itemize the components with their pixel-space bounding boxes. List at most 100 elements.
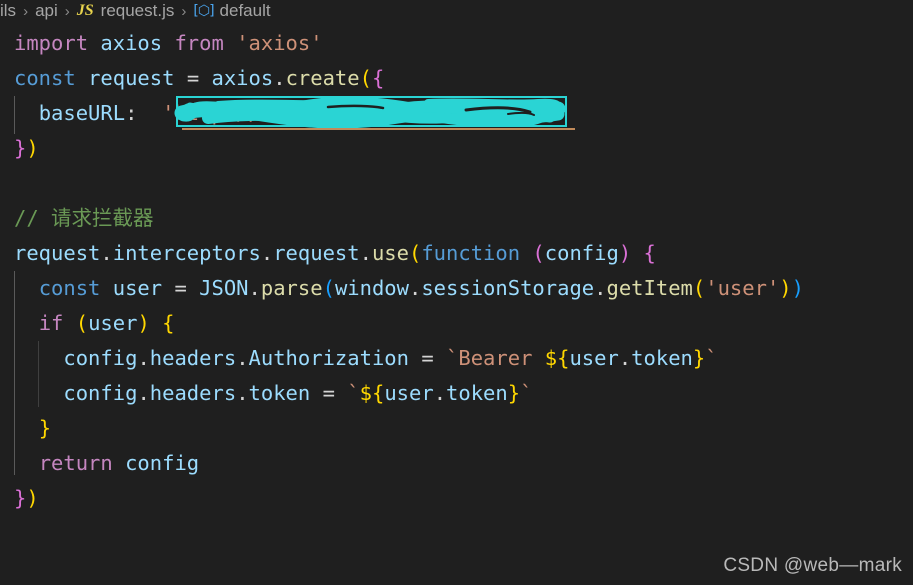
code-token: ( [75, 311, 89, 335]
code-token: request [14, 241, 101, 265]
code-token: . [137, 381, 150, 405]
code-line[interactable]: }) [0, 481, 913, 516]
code-token: user [569, 346, 619, 370]
code-token: . [594, 276, 607, 300]
code-token: ( [408, 241, 422, 265]
code-token: { [643, 241, 656, 265]
code-token: config [63, 346, 138, 370]
code-token: window [334, 276, 409, 300]
code-line[interactable]: config.headers.token = `${user.token}` [0, 376, 913, 411]
code-token: interceptors [112, 241, 261, 265]
code-token: ) [137, 311, 150, 335]
indent-guide [14, 271, 15, 475]
indent-guide-nested [38, 341, 39, 407]
code-token: function [421, 241, 521, 265]
code-token: from [174, 31, 224, 55]
code-line[interactable]: // 请求拦截器 [0, 201, 913, 236]
code-token: // [14, 206, 52, 230]
code-token: request [273, 241, 360, 265]
redacted-url-overlay [174, 96, 575, 130]
code-token: user [112, 276, 163, 300]
squiggly-underline [182, 128, 575, 130]
code-token: sessionStorage [421, 276, 595, 300]
code-line[interactable]: const user = JSON.parse(window.sessionSt… [0, 271, 913, 306]
breadcrumb: ils › api › JS request.js › [⬡] default [0, 0, 271, 22]
symbol-default-icon: [⬡] [193, 3, 214, 19]
breadcrumb-item-file-request-js[interactable]: request.js [101, 1, 175, 21]
code-token: . [248, 276, 261, 300]
code-token: ` [347, 381, 360, 405]
code-token: token [631, 346, 693, 370]
code-token: . [618, 346, 632, 370]
vscode-editor-window: ils › api › JS request.js › [⬡] default … [0, 0, 913, 585]
code-token: . [409, 276, 422, 300]
code-token: config [63, 381, 138, 405]
code-token: = [421, 346, 434, 370]
js-file-icon: JS [76, 2, 94, 19]
code-token: baseURL [38, 101, 126, 125]
code-token: axios [100, 31, 163, 55]
code-line[interactable]: const request = axios.create({ [0, 61, 913, 96]
code-line[interactable]: return config [0, 446, 913, 481]
code-line[interactable]: import axios from 'axios' [0, 26, 913, 61]
code-line[interactable]: }) [0, 131, 913, 166]
code-token: = [174, 276, 187, 300]
code-token: } [507, 381, 521, 405]
code-token: ) [26, 136, 39, 160]
indent-guide [14, 96, 15, 134]
code-token: } [38, 416, 52, 440]
breadcrumb-item-folder-ils[interactable]: ils [0, 1, 16, 21]
redaction-scribble-icon [174, 96, 566, 129]
code-line[interactable]: if (user) { [0, 306, 913, 341]
code-token: ${ [544, 346, 570, 370]
code-token: } [14, 136, 27, 160]
code-token: ( [692, 276, 706, 300]
code-token: . [236, 381, 249, 405]
code-token: getItem [606, 276, 693, 300]
code-line[interactable] [0, 166, 913, 201]
code-line[interactable]: request.interceptors.request.use(functio… [0, 236, 913, 271]
code-token: const [14, 66, 76, 90]
code-token: : [125, 101, 138, 125]
code-line[interactable]: config.headers.Authorization = `Bearer $… [0, 341, 913, 376]
code-line[interactable]: } [0, 411, 913, 446]
code-token: import [14, 31, 89, 55]
breadcrumb-item-symbol-default[interactable]: default [220, 1, 271, 21]
code-token: = [322, 381, 335, 405]
code-token: } [692, 346, 706, 370]
code-token: ) [791, 276, 804, 300]
code-token: ( [532, 241, 545, 265]
code-token: ) [779, 276, 792, 300]
code-token: ` [705, 346, 718, 370]
code-token: token [446, 381, 508, 405]
breadcrumb-item-folder-api[interactable]: api [35, 1, 58, 21]
code-token: { [162, 311, 175, 335]
code-token: ${ [359, 381, 385, 405]
code-token: config [125, 451, 200, 475]
code-token: . [359, 241, 372, 265]
code-line[interactable] [0, 516, 913, 551]
code-token: request [88, 66, 175, 90]
code-token: { [371, 66, 385, 90]
breadcrumb-separator-icon: › [23, 2, 29, 20]
code-token: headers [149, 346, 237, 370]
